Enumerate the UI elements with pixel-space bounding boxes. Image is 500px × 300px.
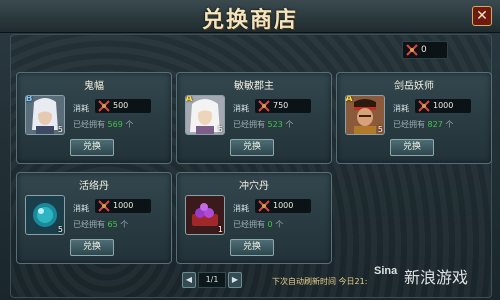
owned-label: 已经拥有	[393, 120, 425, 129]
item-name: 活络丹	[79, 181, 109, 192]
item-name: 冲穴丹	[239, 181, 269, 192]
item-grade: A	[345, 95, 353, 104]
crossed-swords-icon	[418, 100, 430, 112]
crossed-swords-icon	[98, 100, 110, 112]
owned-unit: 个	[285, 120, 294, 129]
owned-count: 已经拥有 569 个	[73, 119, 133, 130]
exchange-button[interactable]: 兑换	[230, 139, 274, 156]
owned-unit: 个	[275, 220, 284, 229]
owned-count: 已经拥有 65 个	[73, 219, 128, 230]
shop-window: 兑换商店 ✕ 0 鬼幅 B 5 消耗 500 已经拥有 569 个 兑换 敏敏郡…	[0, 0, 500, 300]
refresh-timer: 下次自动刷新时间 今日21:	[272, 277, 368, 286]
item-name: 敏敏郡主	[234, 81, 274, 92]
cost-value: 1000	[433, 101, 454, 110]
owned-label: 已经拥有	[73, 220, 105, 229]
item-name: 鬼幅	[84, 81, 104, 92]
shop-item-card: 剑岳妖师 A 5 消耗 1000 已经拥有 827 个 兑换	[336, 72, 492, 164]
cost-label: 消耗	[393, 104, 409, 113]
next-page-button[interactable]: ▶	[228, 272, 242, 288]
pagination: ◀ 1/1 ▶	[182, 272, 242, 288]
item-stack: 1	[217, 225, 223, 234]
cost-box: 750	[255, 99, 311, 113]
item-portrait[interactable]: A 5	[345, 95, 385, 135]
sina-watermark: Sina 新浪游戏	[374, 262, 494, 292]
owned-label: 已经拥有	[233, 120, 265, 129]
owned-value: 0	[267, 220, 273, 229]
cost-label: 消耗	[73, 204, 89, 213]
owned-unit: 个	[125, 120, 134, 129]
shop-item-card: 冲穴丹 1 消耗 1000 已经拥有 0 个 兑换	[176, 172, 332, 264]
cost-box: 1000	[415, 99, 471, 113]
sina-logo: Sina	[374, 265, 398, 277]
item-grade: A	[185, 95, 193, 104]
owned-label: 已经拥有	[233, 220, 265, 229]
exchange-button[interactable]: 兑换	[70, 239, 114, 256]
exchange-button[interactable]: 兑换	[390, 139, 434, 156]
owned-value: 523	[267, 120, 283, 129]
currency-value: 0	[421, 45, 427, 55]
item-stack: 5	[57, 225, 63, 234]
owned-value: 827	[427, 120, 443, 129]
item-portrait[interactable]: 1	[185, 195, 225, 235]
cost-label: 消耗	[233, 104, 249, 113]
cost-box: 1000	[255, 199, 311, 213]
owned-unit: 个	[120, 220, 129, 229]
owned-count: 已经拥有 0 个	[233, 219, 283, 230]
item-stack: 5	[57, 125, 63, 134]
close-button[interactable]: ✕	[472, 6, 492, 26]
crossed-swords-icon	[406, 44, 418, 56]
page-indicator: 1/1	[198, 272, 226, 288]
watermark-text: 新浪游戏	[404, 268, 469, 287]
item-grade: B	[25, 95, 33, 104]
item-stack: 5	[217, 125, 223, 134]
cost-value: 1000	[273, 201, 294, 210]
arrow-right-icon: ▶	[231, 275, 239, 284]
crossed-swords-icon	[258, 200, 270, 212]
owned-unit: 个	[445, 120, 454, 129]
exchange-button[interactable]: 兑换	[230, 239, 274, 256]
item-portrait[interactable]: A 5	[185, 95, 225, 135]
prev-page-button[interactable]: ◀	[182, 272, 196, 288]
crossed-swords-icon	[98, 200, 110, 212]
owned-label: 已经拥有	[73, 120, 105, 129]
item-portrait[interactable]: B 5	[25, 95, 65, 135]
owned-value: 569	[107, 120, 123, 129]
arrow-left-icon: ◀	[185, 275, 193, 284]
close-icon: ✕	[476, 8, 488, 24]
item-stack: 5	[377, 125, 383, 134]
item-name: 剑岳妖师	[394, 81, 434, 92]
crossed-swords-icon	[258, 100, 270, 112]
cost-value: 500	[113, 101, 129, 110]
cost-value: 750	[273, 101, 289, 110]
cost-label: 消耗	[73, 104, 89, 113]
shop-item-card: 鬼幅 B 5 消耗 500 已经拥有 569 个 兑换	[16, 72, 172, 164]
shop-item-card: 敏敏郡主 A 5 消耗 750 已经拥有 523 个 兑换	[176, 72, 332, 164]
cost-label: 消耗	[233, 204, 249, 213]
cost-box: 1000	[95, 199, 151, 213]
shop-item-card: 活络丹 5 消耗 1000 已经拥有 65 个 兑换	[16, 172, 172, 264]
currency-balance: 0	[402, 41, 448, 59]
cost-value: 1000	[113, 201, 134, 210]
exchange-button[interactable]: 兑换	[70, 139, 114, 156]
owned-value: 65	[107, 220, 118, 229]
item-portrait[interactable]: 5	[25, 195, 65, 235]
cost-box: 500	[95, 99, 151, 113]
owned-count: 已经拥有 523 个	[233, 119, 293, 130]
owned-count: 已经拥有 827 个	[393, 119, 453, 130]
shop-title: 兑换商店	[201, 7, 298, 33]
